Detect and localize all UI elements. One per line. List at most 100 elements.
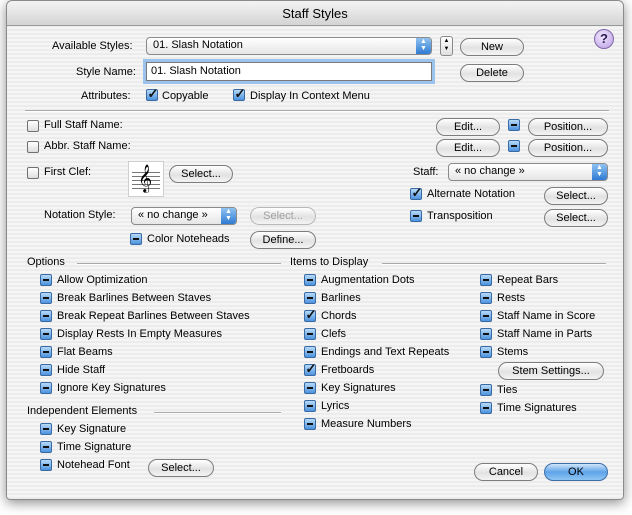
help-button[interactable]: ? <box>594 29 614 49</box>
first-clef-checkbox[interactable] <box>27 167 39 179</box>
abbr-name-position-checkbox[interactable] <box>508 140 520 152</box>
delete-button[interactable]: Delete <box>460 64 524 82</box>
display-item-label: Fretboards <box>321 364 375 376</box>
display-item-checkbox[interactable] <box>304 292 316 304</box>
display-item-checkbox[interactable] <box>304 346 316 358</box>
display-item-checkbox[interactable] <box>480 384 492 396</box>
option-item-label: Ignore Key Signatures <box>57 382 166 394</box>
independent-item-label: Time Signature <box>57 441 132 453</box>
abbr-name-position-button[interactable]: Position... <box>528 139 608 157</box>
clef-glyph: 𝄞 <box>138 164 153 192</box>
context-menu-checkbox[interactable]: ✓ <box>233 86 245 101</box>
display-item-checkbox[interactable] <box>304 274 316 286</box>
option-item-checkbox[interactable] <box>40 274 52 286</box>
notation-style-label: Notation Style: <box>44 209 116 221</box>
option-item-checkbox[interactable] <box>40 292 52 304</box>
display-item-checkbox[interactable] <box>480 328 492 340</box>
independent-item-checkbox[interactable] <box>40 459 52 471</box>
display-item-label: Barlines <box>321 292 361 304</box>
color-noteheads-checkbox[interactable] <box>130 233 142 245</box>
option-item-checkbox[interactable] <box>40 310 52 322</box>
clef-select-button[interactable]: Select... <box>169 165 233 183</box>
style-name-field[interactable]: 01. Slash Notation <box>146 62 432 81</box>
option-item-label: Hide Staff <box>57 364 106 376</box>
independent-item-checkbox[interactable] <box>40 441 52 453</box>
full-staff-name-checkbox[interactable] <box>27 120 39 132</box>
display-item-checkbox[interactable] <box>304 400 316 412</box>
independent-divider <box>154 412 281 414</box>
copyable-label: Copyable <box>162 90 209 102</box>
display-item-label: Augmentation Dots <box>321 274 415 286</box>
notation-style-select-button[interactable]: Select... <box>250 207 316 225</box>
dialog-title: Staff Styles <box>282 6 348 21</box>
style-name-label: Style Name: <box>76 66 136 78</box>
full-staff-name-label: Full Staff Name: <box>44 119 123 131</box>
define-button[interactable]: Define... <box>250 231 316 249</box>
chevron-updown-icon: ▲ ▼ <box>416 38 431 54</box>
display-item-checkbox[interactable] <box>304 418 316 430</box>
display-item-checkbox[interactable]: ✓ <box>304 307 316 322</box>
full-name-position-button[interactable]: Position... <box>528 118 608 136</box>
display-item-checkbox[interactable] <box>480 310 492 322</box>
ok-button[interactable]: OK <box>544 463 608 481</box>
display-item-checkbox[interactable] <box>480 402 492 414</box>
treble-clef-icon: 𝄞 <box>128 161 164 197</box>
style-name-value: 01. Slash Notation <box>151 65 241 77</box>
staff-popup-value: « no change » <box>455 165 525 177</box>
alternate-notation-select-button[interactable]: Select... <box>544 187 608 205</box>
display-item-checkbox[interactable]: ✓ <box>304 361 316 376</box>
title-bar: Staff Styles <box>7 1 623 26</box>
available-styles-label: Available Styles: <box>52 40 133 52</box>
display-item-label: Measure Numbers <box>321 418 412 430</box>
option-item-checkbox[interactable] <box>40 364 52 376</box>
display-item-label: Clefs <box>321 328 347 340</box>
display-item-label: Staff Name in Score <box>497 310 596 322</box>
full-name-position-checkbox[interactable] <box>508 119 520 131</box>
option-item-checkbox[interactable] <box>40 328 52 340</box>
alternate-notation-checkbox[interactable]: ✓ <box>410 185 422 200</box>
display-item-checkbox[interactable] <box>480 346 492 358</box>
transposition-checkbox[interactable] <box>410 210 422 222</box>
first-clef-label: First Clef: <box>44 166 92 178</box>
style-stepper[interactable]: ▲ ▼ <box>440 36 453 56</box>
display-item-label: Chords <box>321 310 357 322</box>
notation-style-popup[interactable]: « no change » ▲ ▼ <box>131 207 237 225</box>
display-item-label: Repeat Bars <box>497 274 559 286</box>
independent-header: Independent Elements <box>27 405 138 417</box>
abbr-staff-name-checkbox[interactable] <box>27 141 39 153</box>
independent-item-checkbox[interactable] <box>40 423 52 435</box>
option-item-label: Flat Beams <box>57 346 113 358</box>
display-item-label: Time Signatures <box>497 402 577 414</box>
stem-settings-button[interactable]: Stem Settings... <box>498 362 604 380</box>
available-styles-popup[interactable]: 01. Slash Notation ▲ ▼ <box>146 37 432 55</box>
color-noteheads-label: Color Noteheads <box>147 233 230 245</box>
display-item-label: Lyrics <box>321 400 350 412</box>
abbr-staff-name-label: Abbr. Staff Name: <box>44 140 131 152</box>
option-item-label: Break Barlines Between Staves <box>57 292 212 304</box>
options-header: Options <box>27 256 65 268</box>
display-item-checkbox[interactable] <box>480 292 492 304</box>
copyable-checkbox[interactable]: ✓ <box>146 86 158 101</box>
display-item-checkbox[interactable] <box>480 274 492 286</box>
chevron-updown-icon: ▲ ▼ <box>221 208 236 224</box>
display-item-label: Staff Name in Parts <box>497 328 593 340</box>
option-item-label: Allow Optimization <box>57 274 148 286</box>
option-item-checkbox[interactable] <box>40 382 52 394</box>
notehead-font-select-button[interactable]: Select... <box>148 459 214 477</box>
display-item-checkbox[interactable] <box>304 328 316 340</box>
display-item-label: Rests <box>497 292 526 304</box>
transposition-select-button[interactable]: Select... <box>544 209 608 227</box>
cancel-button[interactable]: Cancel <box>474 463 538 481</box>
option-item-checkbox[interactable] <box>40 346 52 358</box>
full-name-edit-button[interactable]: Edit... <box>436 118 500 136</box>
chevron-updown-icon: ▲ ▼ <box>592 164 607 180</box>
display-item-checkbox[interactable] <box>304 382 316 394</box>
abbr-name-edit-button[interactable]: Edit... <box>436 139 500 157</box>
independent-item-label: Notehead Font <box>57 459 130 471</box>
new-button[interactable]: New <box>460 38 524 56</box>
display-divider <box>382 263 606 265</box>
attributes-label: Attributes: <box>81 90 131 102</box>
staff-popup[interactable]: « no change » ▲ ▼ <box>448 163 608 181</box>
option-item-label: Break Repeat Barlines Between Staves <box>57 310 250 322</box>
independent-item-label: Key Signature <box>57 423 127 435</box>
